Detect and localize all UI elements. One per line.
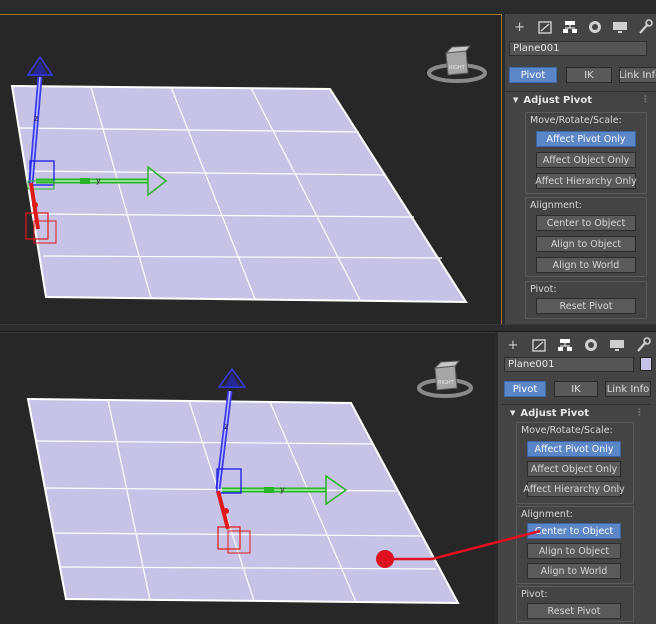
- object-name-field-2[interactable]: Plane001: [504, 356, 634, 372]
- motion-icon[interactable]: [580, 335, 602, 355]
- viewport-bottom[interactable]: z y RIGHT: [0, 332, 495, 624]
- collapse-triangle-icon: ▼: [513, 96, 519, 104]
- move-rotate-scale-group-2: Move/Rotate/Scale: Affect Pivot Only Aff…: [516, 422, 634, 504]
- object-color-swatch[interactable]: [640, 357, 652, 371]
- reset-pivot-button-2[interactable]: Reset Pivot: [527, 603, 621, 619]
- affect-object-only-button[interactable]: Affect Object Only: [536, 152, 636, 168]
- pivot-mode-button[interactable]: Pivot: [509, 67, 557, 83]
- utilities-icon[interactable]: [635, 17, 656, 37]
- align-to-object-button[interactable]: Align to Object: [536, 236, 636, 252]
- center-to-object-button[interactable]: Center to Object: [536, 215, 636, 231]
- link-info-mode-button-2[interactable]: Link Info: [605, 381, 651, 397]
- object-name-field[interactable]: Plane001: [509, 40, 647, 56]
- pivot-group-label: Pivot:: [530, 284, 557, 295]
- pivot-mode-button-2[interactable]: Pivot: [504, 381, 546, 397]
- hierarchy-icon[interactable]: [559, 17, 580, 37]
- image-divider: [0, 324, 656, 332]
- adjust-pivot-rollout-header-2[interactable]: ▼ Adjust Pivot ⋮: [502, 405, 650, 421]
- rollout-grip-icon: ⋮: [635, 408, 644, 418]
- viewcube-label-2: RIGHT: [438, 380, 455, 386]
- adjust-pivot-rollout: ▼ Adjust Pivot ⋮: [505, 91, 656, 108]
- adjust-pivot-rollout-header[interactable]: ▼ Adjust Pivot ⋮: [505, 92, 656, 108]
- create-icon[interactable]: +: [502, 335, 524, 355]
- viewcube-label: RIGHT: [449, 65, 466, 71]
- center-to-object-button-2[interactable]: Center to Object: [527, 523, 621, 539]
- align-to-world-button[interactable]: Align to World: [536, 257, 636, 273]
- affect-hierarchy-only-button-2[interactable]: Affect Hierarchy Only: [523, 481, 625, 497]
- command-panel-tabs: +: [505, 14, 656, 40]
- pivot-group-2: Pivot: Reset Pivot: [516, 586, 634, 622]
- affect-pivot-only-button-2[interactable]: Affect Pivot Only: [527, 441, 621, 457]
- reset-pivot-button[interactable]: Reset Pivot: [536, 298, 636, 314]
- create-icon[interactable]: +: [509, 17, 530, 37]
- motion-icon[interactable]: [585, 17, 606, 37]
- pivot-group: Pivot: Reset Pivot: [525, 281, 647, 319]
- rollout-title-2: Adjust Pivot: [520, 407, 589, 419]
- align-to-world-button-2[interactable]: Align to World: [527, 563, 621, 579]
- modify-icon[interactable]: [534, 17, 555, 37]
- hierarchy-mode-tabs: Pivot IK Link Info: [509, 67, 656, 83]
- display-icon[interactable]: [610, 17, 631, 37]
- object-name-row-2: Plane001: [504, 356, 652, 372]
- collapse-triangle-icon: ▼: [510, 409, 516, 417]
- plane-object-centered[interactable]: [26, 397, 460, 605]
- adjust-pivot-rollout-2: ▼ Adjust Pivot ⋮: [502, 404, 650, 421]
- ik-mode-button[interactable]: IK: [566, 67, 612, 83]
- alignment-group-label-2: Alignment:: [521, 509, 573, 520]
- affect-hierarchy-only-button[interactable]: Affect Hierarchy Only: [535, 173, 637, 189]
- viewcube-2[interactable]: RIGHT: [417, 360, 473, 398]
- alignment-group: Alignment: Center to Object Align to Obj…: [525, 197, 647, 277]
- plane-object[interactable]: [10, 84, 468, 304]
- gizmo-z-label-2: z: [224, 422, 228, 431]
- hierarchy-icon[interactable]: [554, 335, 576, 355]
- utilities-icon[interactable]: [632, 335, 654, 355]
- move-group-label-2: Move/Rotate/Scale:: [521, 425, 613, 436]
- hierarchy-mode-tabs-2: Pivot IK Link Info: [504, 381, 651, 397]
- affect-object-only-button-2[interactable]: Affect Object Only: [527, 461, 621, 477]
- object-name-row: Plane001: [509, 40, 647, 56]
- viewcube[interactable]: RIGHT: [427, 45, 487, 83]
- affect-pivot-only-button[interactable]: Affect Pivot Only: [536, 131, 636, 147]
- rollout-grip-icon: ⋮: [641, 95, 650, 105]
- command-panel-top: + Plane001 Pivot IK Link Info ▼ Adjust P…: [505, 14, 656, 324]
- modify-icon[interactable]: [528, 335, 550, 355]
- align-to-object-button-2[interactable]: Align to Object: [527, 543, 621, 559]
- move-rotate-scale-group: Move/Rotate/Scale: Affect Pivot Only Aff…: [525, 112, 647, 194]
- pivot-group-label-2: Pivot:: [521, 589, 548, 600]
- command-panel-tabs-2: +: [498, 332, 656, 358]
- rollout-title: Adjust Pivot: [523, 94, 592, 106]
- gizmo-y-label: y: [96, 176, 101, 185]
- viewport-top[interactable]: z y RIGHT: [0, 14, 502, 324]
- link-info-mode-button[interactable]: Link Info: [619, 67, 656, 83]
- move-group-label: Move/Rotate/Scale:: [530, 115, 622, 126]
- gizmo-y-label-2: y: [280, 485, 285, 494]
- gizmo-z-label: z: [34, 114, 38, 123]
- alignment-group-2: Alignment: Center to Object Align to Obj…: [516, 506, 634, 584]
- display-icon[interactable]: [606, 335, 628, 355]
- command-panel-bottom: + Plane001 Pivot IK Link Info ▼ Adjust P…: [498, 332, 656, 624]
- alignment-group-label: Alignment:: [530, 200, 582, 211]
- viewport-header-strip: [0, 0, 505, 14]
- ik-mode-button-2[interactable]: IK: [554, 381, 598, 397]
